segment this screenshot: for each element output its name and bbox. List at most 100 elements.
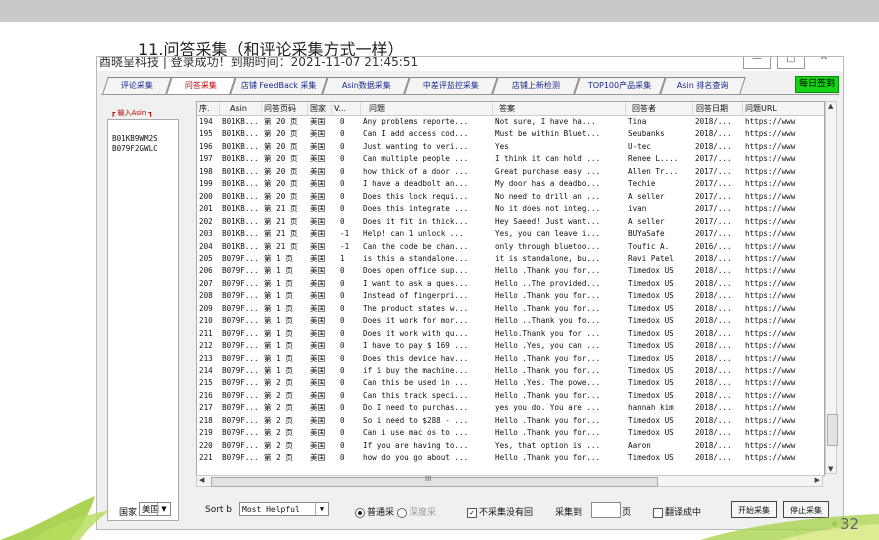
table-row[interactable]: 200 B01KB... 第 20 页 美国 0 Does this lock requi… [197, 191, 824, 203]
radio-deep-label: 深度采 [409, 508, 437, 518]
table-row[interactable]: 212 B079F... 第 1 页 美国 0 I have to pay $ 169 .… [197, 340, 824, 352]
collect-to-page-input[interactable] [591, 502, 621, 518]
vertical-scroll-thumb[interactable] [827, 414, 838, 446]
table-row[interactable]: 207 B079F... 第 1 页 美国 0 I want to ask a ques.… [197, 278, 824, 290]
tab-store-new-detect[interactable]: 店铺上新检测 [492, 77, 580, 94]
radio-deep-collect[interactable]: 深度采 [397, 505, 436, 518]
table-row[interactable]: 219 B079F... 第 2 页 美国 0 Can i use mac os to .… [197, 427, 824, 439]
scroll-down-arrow-icon[interactable]: ▼ [828, 465, 833, 473]
col-question-url[interactable]: 问题URL [743, 102, 824, 115]
country-select[interactable]: 美国 ▼ [139, 502, 171, 516]
cell-answer-date: 2016/... [695, 241, 732, 251]
table-row[interactable]: 205 B079F... 第 1 页 美国 1 is this a standalone.… [197, 253, 824, 265]
cell-votes: 1 [340, 253, 345, 263]
cell-qa-page: 第 1 页 [264, 278, 293, 288]
asin-input-textarea[interactable]: B01KB9WM2S B079F2GWLC [107, 119, 179, 521]
cell-index: 216 [199, 390, 213, 400]
cell-question: Does it fit in thick... [363, 216, 469, 226]
table-row[interactable]: 194 B01KB... 第 20 页 美国 0 Any problems reporte… [197, 116, 824, 128]
col-answerer[interactable]: 回答者 [626, 102, 693, 115]
tab-asin-rank[interactable]: Asin 排名查询 [660, 77, 746, 94]
col-answer[interactable]: 答案 [493, 102, 626, 115]
col-index[interactable]: 序. [197, 102, 220, 115]
table-row[interactable]: 217 B079F... 第 2 页 美国 0 Do I need to purchas.… [197, 402, 824, 414]
table-row[interactable]: 209 B079F... 第 1 页 美国 0 The product states w.… [197, 303, 824, 315]
table-row[interactable]: 213 B079F... 第 1 页 美国 0 Does this device hav.… [197, 353, 824, 365]
cell-answer-date: 2018/... [695, 353, 732, 363]
tab-qa-collect[interactable]: 问答采集 [166, 77, 236, 94]
cell-question: is this a standalone... [363, 253, 469, 263]
table-row[interactable]: 220 B079F... 第 2 页 美国 0 If you are having to.… [197, 440, 824, 452]
cell-qa-page: 第 1 页 [264, 266, 293, 276]
cell-index: 195 [199, 129, 213, 139]
cell-answer: Hello .Thank you for... [495, 390, 601, 400]
maximize-button[interactable]: □ [777, 57, 805, 69]
cell-votes: 0 [340, 204, 345, 214]
stop-collect-button[interactable]: 停止采集 [783, 501, 829, 518]
vertical-scrollbar[interactable]: ▲ ▼ [825, 101, 838, 474]
cell-answerer: Timedox US [628, 316, 674, 326]
bottom-controls: 国家 美国 ▼ Sort b Most Helpful ▼ 普通采 深度采 ✓ 不… [97, 497, 843, 529]
cell-votes: 0 [340, 303, 345, 313]
tab-asin-data[interactable]: Asin数据采集 [322, 77, 410, 94]
col-votes[interactable]: V... [332, 102, 361, 115]
table-row[interactable]: 198 B01KB... 第 20 页 美国 0 how thick of a door … [197, 166, 824, 178]
cell-answerer: Timedox US [628, 303, 674, 313]
col-answer-date[interactable]: 回答日期 [693, 102, 743, 115]
table-row[interactable]: 211 B079F... 第 1 页 美国 0 Does it work with qu.… [197, 328, 824, 340]
asin-line: B01KB9WM2S [112, 134, 158, 143]
col-qa-page[interactable]: 问答页码 [262, 102, 308, 115]
cell-answer-date: 2018/... [695, 253, 732, 263]
col-country[interactable]: 国家 [308, 102, 332, 115]
cell-question-url: https://www [745, 316, 796, 326]
col-asin[interactable]: Asin [220, 102, 262, 115]
sort-select[interactable]: Most Helpful ▼ [239, 502, 329, 516]
table-header: 序. Asin 问答页码 国家 V... 问题 答案 回答者 回答日期 问题UR… [197, 102, 824, 116]
translate-checkbox[interactable]: 翻译成中 [653, 505, 701, 518]
tab-negative-review-monitor[interactable]: 中差评监控采集 [404, 77, 498, 94]
minimize-button[interactable]: — [743, 57, 771, 69]
scroll-left-arrow-icon[interactable]: ◀ [199, 476, 204, 484]
table-row[interactable]: 221 B079F... 第 2 页 美国 0 how do you go about .… [197, 452, 824, 464]
scroll-right-arrow-icon[interactable]: ▶ [815, 476, 820, 484]
cell-answer-date: 2018/... [695, 291, 732, 301]
cell-answerer: A seller [628, 216, 665, 226]
cell-answer: Hello ..The provided... [495, 278, 601, 288]
table-row[interactable]: 197 B01KB... 第 20 页 美国 0 Can multiple people … [197, 153, 824, 165]
table-row[interactable]: 215 B079F... 第 2 页 美国 0 Can this be used in .… [197, 377, 824, 389]
table-row[interactable]: 216 B079F... 第 2 页 美国 0 Can this track speci.… [197, 390, 824, 402]
cell-qa-page: 第 1 页 [264, 303, 293, 313]
cell-answer: Hello .Thank you for... [495, 366, 601, 375]
radio-normal-collect[interactable]: 普通采 [355, 505, 394, 518]
page-number: 32 [840, 515, 860, 533]
start-collect-button[interactable]: 开始采集 [731, 501, 777, 518]
table-row[interactable]: 218 B079F... 第 2 页 美国 0 So i need to $288 - .… [197, 415, 824, 427]
cell-country: 美国 [310, 117, 326, 126]
table-row[interactable]: 202 B01KB... 第 21 页 美国 0 Does it fit in thick… [197, 216, 824, 228]
close-button[interactable]: ✕ [811, 57, 837, 67]
tab-store-feedback[interactable]: 店铺 FeedBack 采集 [230, 77, 328, 94]
table-row[interactable]: 210 B079F... 第 1 页 美国 0 Does it work for mor.… [197, 315, 824, 327]
horizontal-scrollbar[interactable]: ◀ III ▶ [196, 475, 823, 487]
table-row[interactable]: 199 B01KB... 第 20 页 美国 0 I have a deadbolt an… [197, 178, 824, 190]
scroll-up-arrow-icon[interactable]: ▲ [828, 102, 833, 110]
col-question[interactable]: 问题 [361, 102, 493, 115]
skip-unanswered-checkbox[interactable]: ✓ 不采集没有回 [467, 505, 533, 518]
cell-answer-date: 2018/... [695, 341, 732, 351]
tab-review-collect[interactable]: 评论采集 [102, 77, 172, 94]
qa-results-table[interactable]: 序. Asin 问答页码 国家 V... 问题 答案 回答者 回答日期 问题UR… [196, 101, 825, 476]
cell-question-url: https://www [745, 141, 796, 151]
cell-answerer: Timedox US [628, 415, 674, 425]
table-row[interactable]: 203 B01KB... 第 21 页 美国 -1 Help! can 1 unlock … [197, 228, 824, 240]
daily-signin-button[interactable]: 每日签到 [795, 76, 839, 93]
cell-question: how thick of a door ... [363, 166, 469, 176]
table-row[interactable]: 195 B01KB... 第 20 页 美国 0 Can I add access cod… [197, 128, 824, 140]
table-row[interactable]: 214 B079F... 第 1 页 美国 0 if i buy the machine.… [197, 365, 824, 377]
table-row[interactable]: 204 B01KB... 第 21 页 美国 -1 Can the code be cha… [197, 241, 824, 253]
table-row[interactable]: 196 B01KB... 第 20 页 美国 0 Just wanting to veri… [197, 141, 824, 153]
tab-top100[interactable]: TOP100产品采集 [574, 77, 666, 94]
table-row[interactable]: 206 B079F... 第 1 页 美国 0 Does open office sup.… [197, 265, 824, 277]
table-row[interactable]: 208 B079F... 第 1 页 美国 0 Instead of fingerpri.… [197, 290, 824, 302]
horizontal-scroll-thumb[interactable]: III [211, 475, 658, 487]
table-row[interactable]: 201 B01KB... 第 21 页 美国 0 Does this integrate … [197, 203, 824, 215]
